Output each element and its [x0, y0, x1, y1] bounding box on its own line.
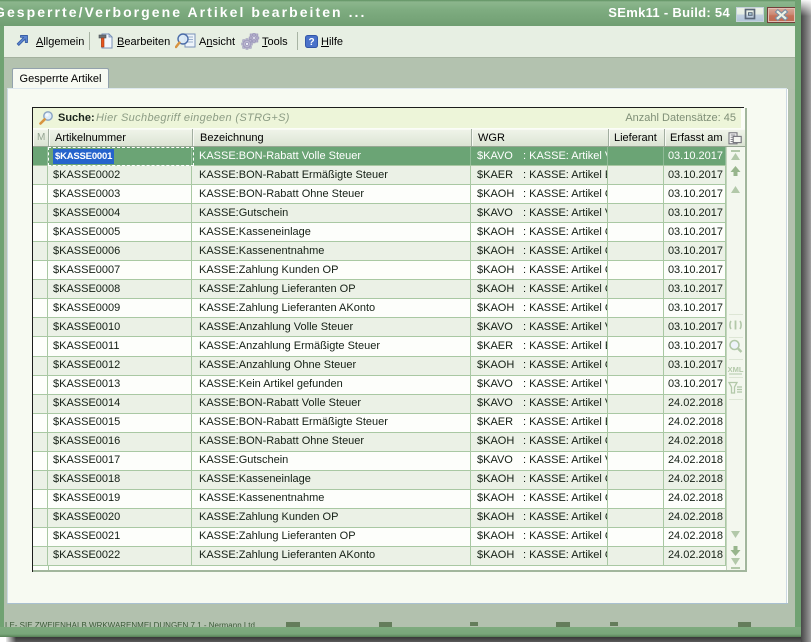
- svg-text:XML: XML: [728, 365, 744, 374]
- svg-text:?: ?: [308, 37, 314, 48]
